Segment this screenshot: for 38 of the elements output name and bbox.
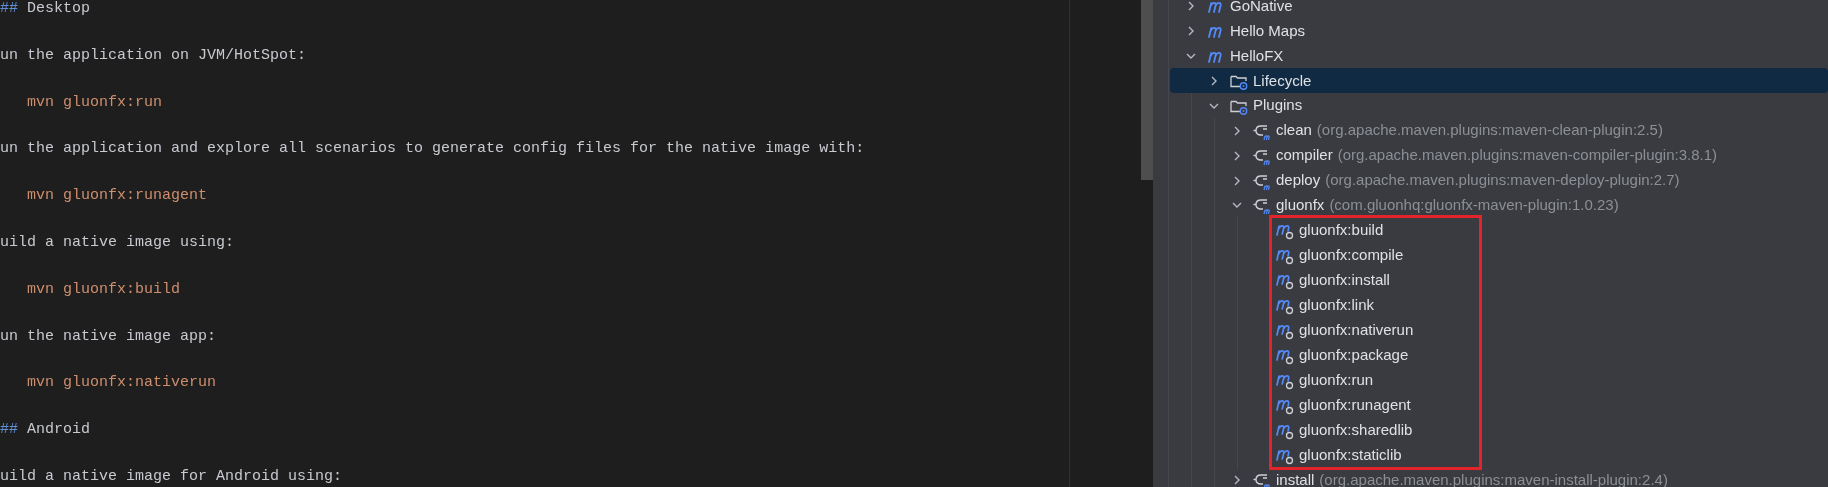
tree-item-label: gluonfx:build	[1299, 220, 1384, 241]
plugin-coordinates: (org.apache.maven.plugins:maven-install-plugin:2.4)	[1319, 469, 1668, 487]
code-line: mvn gluonfx:runagent	[26, 187, 209, 206]
text-line: un the application on JVM/HotSpot:	[0, 46, 308, 65]
tree-item-label: gluonfx:runagent	[1299, 394, 1411, 415]
code-line: mvn gluonfx:nativerun	[26, 374, 218, 393]
tree-item-label: gluonfx:package	[1299, 344, 1409, 365]
tree-item-label: GoNative	[1230, 0, 1293, 16]
selected-row[interactable]: Lifecycle	[1170, 68, 1828, 94]
plugin-coordinates: (org.apache.maven.plugins:maven-clean-plugin:2.5)	[1316, 120, 1663, 141]
tree-item-label: clean	[1276, 120, 1312, 141]
tree-item-label: HelloFX	[1230, 45, 1284, 66]
tree-item-label: compiler	[1276, 145, 1333, 166]
tree-item-label: deploy	[1276, 170, 1321, 191]
tree-item-label: gluonfx:install	[1299, 270, 1390, 291]
text-line: un the native image app:	[0, 327, 218, 346]
tree-item-label: gluonfx:nativerun	[1299, 319, 1414, 340]
plugin-coordinates: (org.apache.maven.plugins:maven-deploy-plugin:2.7)	[1325, 170, 1680, 191]
code-line: mvn gluonfx:build	[26, 280, 182, 299]
tree-item-label: gluonfx:run	[1299, 369, 1374, 390]
plugin-coordinates: (org.apache.maven.plugins:maven-compiler-plugin:3.8.1)	[1337, 145, 1718, 166]
tree-item-label: Hello Maps	[1230, 20, 1306, 41]
plugin-coordinates: (com.gluonhq:gluonfx-maven-plugin:1.0.23)	[1329, 195, 1619, 216]
tree-item-label: gluonfx:compile	[1299, 245, 1404, 266]
text-line: uild a native image using:	[0, 234, 236, 252]
markdown-heading: ## Android	[0, 421, 92, 440]
tree-item-label: Lifecycle	[1253, 70, 1312, 91]
text-line: uild a native image for Android using:	[0, 467, 344, 486]
text-line: un the application and explore all scenarios to generate config files for the native image with:	[0, 140, 866, 159]
tree-item-label: gluonfx:link	[1299, 294, 1375, 315]
code-line: mvn gluonfx:run	[26, 93, 164, 112]
tree-item-label: gluonfx:staticlib	[1299, 444, 1402, 465]
markdown-heading: ## Desktop	[0, 0, 92, 18]
tree-item-label: gluonfx:sharedlib	[1299, 419, 1413, 440]
scrollbar[interactable]	[1141, 0, 1153, 180]
tree-item-label: gluonfx	[1276, 195, 1325, 216]
tree-item-label: Plugins	[1253, 95, 1303, 116]
tree-item-label: install	[1276, 469, 1315, 487]
